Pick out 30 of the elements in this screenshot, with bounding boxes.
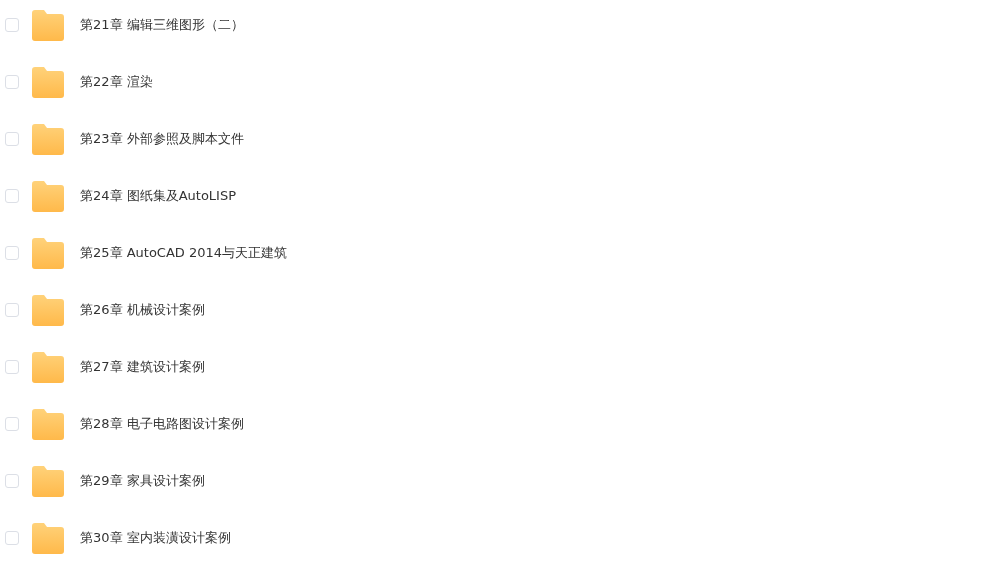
checkbox[interactable] <box>5 131 19 146</box>
folder-name[interactable]: 第28章 电子电路图设计案例 <box>80 414 244 433</box>
folder-icon <box>32 8 64 41</box>
checkbox[interactable] <box>5 359 19 374</box>
checkbox[interactable] <box>5 302 19 317</box>
folder-icon <box>32 350 64 383</box>
folder-name[interactable]: 第30章 室内装潢设计案例 <box>80 528 231 547</box>
folder-name[interactable]: 第26章 机械设计案例 <box>80 300 205 319</box>
checkbox[interactable] <box>5 530 19 545</box>
checkbox[interactable] <box>5 245 19 260</box>
checkbox[interactable] <box>5 17 19 32</box>
folder-name[interactable]: 第23章 外部参照及脚本文件 <box>80 129 244 148</box>
folder-name[interactable]: 第25章 AutoCAD 2014与天正建筑 <box>80 243 288 262</box>
folder-name[interactable]: 第24章 图纸集及AutoLISP <box>80 186 237 205</box>
folder-icon <box>32 293 64 326</box>
checkbox[interactable] <box>5 188 19 203</box>
folder-icon <box>32 122 64 155</box>
folder-name[interactable]: 第29章 家具设计案例 <box>80 471 205 490</box>
folder-icon <box>32 407 64 440</box>
checkbox[interactable] <box>5 74 19 89</box>
folder-name[interactable]: 第21章 编辑三维图形（二） <box>80 15 244 34</box>
folder-icon <box>32 521 64 554</box>
checkbox[interactable] <box>5 473 19 488</box>
folder-name[interactable]: 第22章 渲染 <box>80 72 153 91</box>
folder-icon <box>32 236 64 269</box>
folder-icon <box>32 464 64 497</box>
folder-name[interactable]: 第27章 建筑设计案例 <box>80 357 205 376</box>
checkbox[interactable] <box>5 416 19 431</box>
folder-icon <box>32 179 64 212</box>
folder-icon <box>32 65 64 98</box>
